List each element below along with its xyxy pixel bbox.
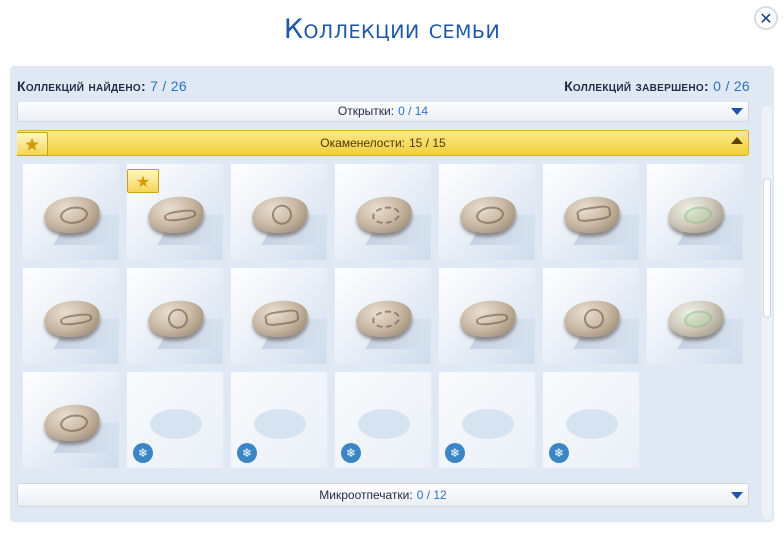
locked-item-icon: ❄ <box>341 443 361 463</box>
fossil-imprint <box>163 208 197 223</box>
fossil-imprint <box>371 308 402 330</box>
fossil-tile[interactable] <box>646 267 744 365</box>
collections-completed-label: Коллекций завершено: <box>564 78 709 94</box>
scrollbar[interactable] <box>762 106 772 520</box>
fossil-imprint <box>475 312 509 327</box>
locked-item-icon: ❄ <box>133 443 153 463</box>
chevron-down-icon <box>731 492 743 499</box>
fossil-tile[interactable] <box>334 267 432 365</box>
fossil-tile[interactable] <box>230 267 328 365</box>
fossil-tile[interactable] <box>438 267 536 365</box>
collections-completed-value: 0 / 26 <box>713 78 750 94</box>
fossil-tile[interactable] <box>438 163 536 261</box>
locked-item-icon: ❄ <box>445 443 465 463</box>
collections-found-stat: Коллекций найдено: 7 / 26 <box>17 78 187 94</box>
chevron-up-icon <box>731 137 743 144</box>
fossil-tile[interactable] <box>22 163 120 261</box>
close-button[interactable]: ✕ <box>754 6 778 30</box>
fossil-tile[interactable]: ❄ <box>542 371 640 469</box>
fossil-imprint <box>371 204 402 226</box>
fossil-tile[interactable]: ★ <box>126 163 224 261</box>
category-count: 15 / 15 <box>409 136 446 150</box>
fossil-tile[interactable] <box>334 163 432 261</box>
fossil-imprint <box>270 203 294 227</box>
category-fossils[interactable]: ★ Окаменелости: 15 / 15 <box>17 130 749 156</box>
chevron-down-icon <box>731 108 743 115</box>
category-count: 0 / 14 <box>398 104 429 118</box>
category-name: Окаменелости: <box>320 136 405 150</box>
scrollbar-thumb[interactable] <box>763 178 771 318</box>
star-icon: ★ <box>127 169 159 193</box>
category-name: Микроотпечатки: <box>319 488 413 502</box>
fossil-tile[interactable]: ❄ <box>126 371 224 469</box>
fossil-tile[interactable] <box>22 267 120 365</box>
fossil-tile[interactable] <box>126 267 224 365</box>
fossil-imprint <box>264 308 300 328</box>
category-count: 0 / 12 <box>416 488 447 502</box>
fossil-silhouette <box>254 409 306 439</box>
fossil-silhouette <box>358 409 410 439</box>
fossil-imprint <box>59 204 90 226</box>
fossil-imprint <box>59 412 90 434</box>
fossil-imprint <box>683 308 714 330</box>
fossil-tile[interactable] <box>22 371 120 469</box>
collections-completed-stat: Коллекций завершено: 0 / 26 <box>564 78 750 94</box>
fossil-tile[interactable]: ❄ <box>230 371 328 469</box>
fossil-imprint <box>59 312 93 327</box>
locked-item-icon: ❄ <box>549 443 569 463</box>
collections-found-label: Коллекций найдено: <box>17 78 146 94</box>
close-icon: ✕ <box>759 8 773 28</box>
locked-item-icon: ❄ <box>237 443 257 463</box>
fossil-tile[interactable]: ❄ <box>334 371 432 469</box>
fossil-silhouette <box>566 409 618 439</box>
fossil-grid: ★ ❄ ❄ ❄ ❄ ❄ <box>22 163 751 473</box>
collections-panel: Коллекций найдено: 7 / 26 Коллекций заве… <box>10 66 774 522</box>
star-icon: ★ <box>17 132 48 156</box>
fossil-silhouette <box>462 409 514 439</box>
dialog-title: Коллекции семьи <box>283 14 501 45</box>
fossil-imprint <box>475 204 506 226</box>
fossil-imprint <box>166 307 190 331</box>
fossil-tile[interactable] <box>646 163 744 261</box>
category-postcards[interactable]: Открытки: 0 / 14 <box>17 102 749 122</box>
fossil-tile[interactable] <box>542 163 640 261</box>
fossil-imprint <box>683 204 714 226</box>
fossil-imprint <box>582 307 606 331</box>
collection-list: Открытки: 0 / 14 ★ Окаменелости: 15 / 15… <box>17 102 751 512</box>
fossil-tile[interactable] <box>542 267 640 365</box>
fossil-tile[interactable]: ❄ <box>438 371 536 469</box>
category-microprints[interactable]: Микроотпечатки: 0 / 12 <box>17 483 749 507</box>
fossil-imprint <box>576 204 612 224</box>
fossil-tile[interactable] <box>230 163 328 261</box>
collections-found-value: 7 / 26 <box>150 78 187 94</box>
category-name: Открытки: <box>337 104 395 118</box>
fossil-silhouette <box>150 409 202 439</box>
